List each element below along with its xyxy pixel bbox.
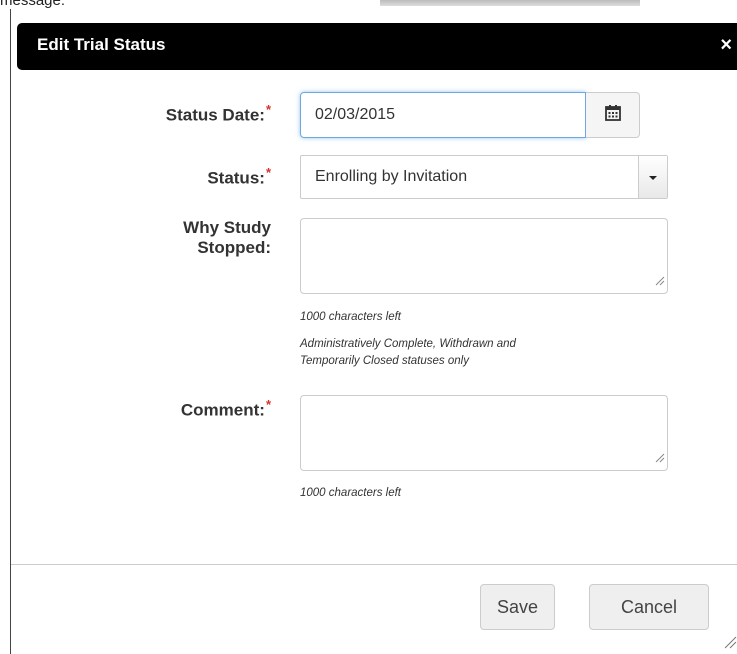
dialog-header: Edit Trial Status × xyxy=(17,23,737,70)
resize-handle-icon[interactable] xyxy=(653,450,665,468)
status-date-label: Status Date:* xyxy=(11,100,271,126)
status-date-label-text: Status Date: xyxy=(165,105,265,125)
save-button[interactable]: Save xyxy=(480,584,555,630)
page-caption: message: xyxy=(0,0,66,9)
footer-divider xyxy=(11,564,737,565)
status-label-text: Status: xyxy=(207,168,265,188)
edit-trial-status-dialog: Edit Trial Status × Status Date:* 02/03/… xyxy=(10,9,737,654)
calendar-icon xyxy=(604,104,622,127)
why-stopped-note-line2: Temporarily Closed statuses only xyxy=(300,355,469,367)
select-arrow[interactable] xyxy=(638,156,667,198)
resize-handle-icon[interactable] xyxy=(653,273,665,291)
required-marker: * xyxy=(265,165,271,180)
why-study-stopped-label: Why Study Stopped: xyxy=(11,218,271,258)
required-marker: * xyxy=(265,102,271,117)
why-study-stopped-label-line2: Stopped: xyxy=(197,238,271,257)
dialog-resize-icon[interactable] xyxy=(723,635,737,654)
status-label: Status:* xyxy=(11,163,271,189)
calendar-button[interactable] xyxy=(586,92,640,138)
comment-label-text: Comment: xyxy=(180,400,265,420)
close-icon[interactable]: × xyxy=(720,35,732,55)
background-strip xyxy=(380,0,640,6)
comment-chars-left: 1000 characters left xyxy=(300,487,402,499)
why-stopped-chars-left: 1000 characters left xyxy=(300,311,402,323)
comment-label: Comment:* xyxy=(11,395,271,421)
status-selected-value: Enrolling by Invitation xyxy=(315,168,468,185)
why-stopped-note: Administratively Complete, Withdrawn and… xyxy=(300,336,516,370)
why-study-stopped-textarea[interactable] xyxy=(300,218,668,294)
cancel-button[interactable]: Cancel xyxy=(589,584,709,630)
status-select[interactable]: Enrolling by Invitation xyxy=(300,155,668,199)
why-study-stopped-label-line1: Why Study xyxy=(183,218,271,237)
why-stopped-note-line1: Administratively Complete, Withdrawn and xyxy=(300,338,516,350)
status-date-input[interactable]: 02/03/2015 xyxy=(300,92,586,138)
caret-down-icon xyxy=(649,156,657,198)
required-marker: * xyxy=(265,397,271,412)
comment-textarea[interactable] xyxy=(300,395,668,471)
dialog-title: Edit Trial Status xyxy=(37,35,166,54)
